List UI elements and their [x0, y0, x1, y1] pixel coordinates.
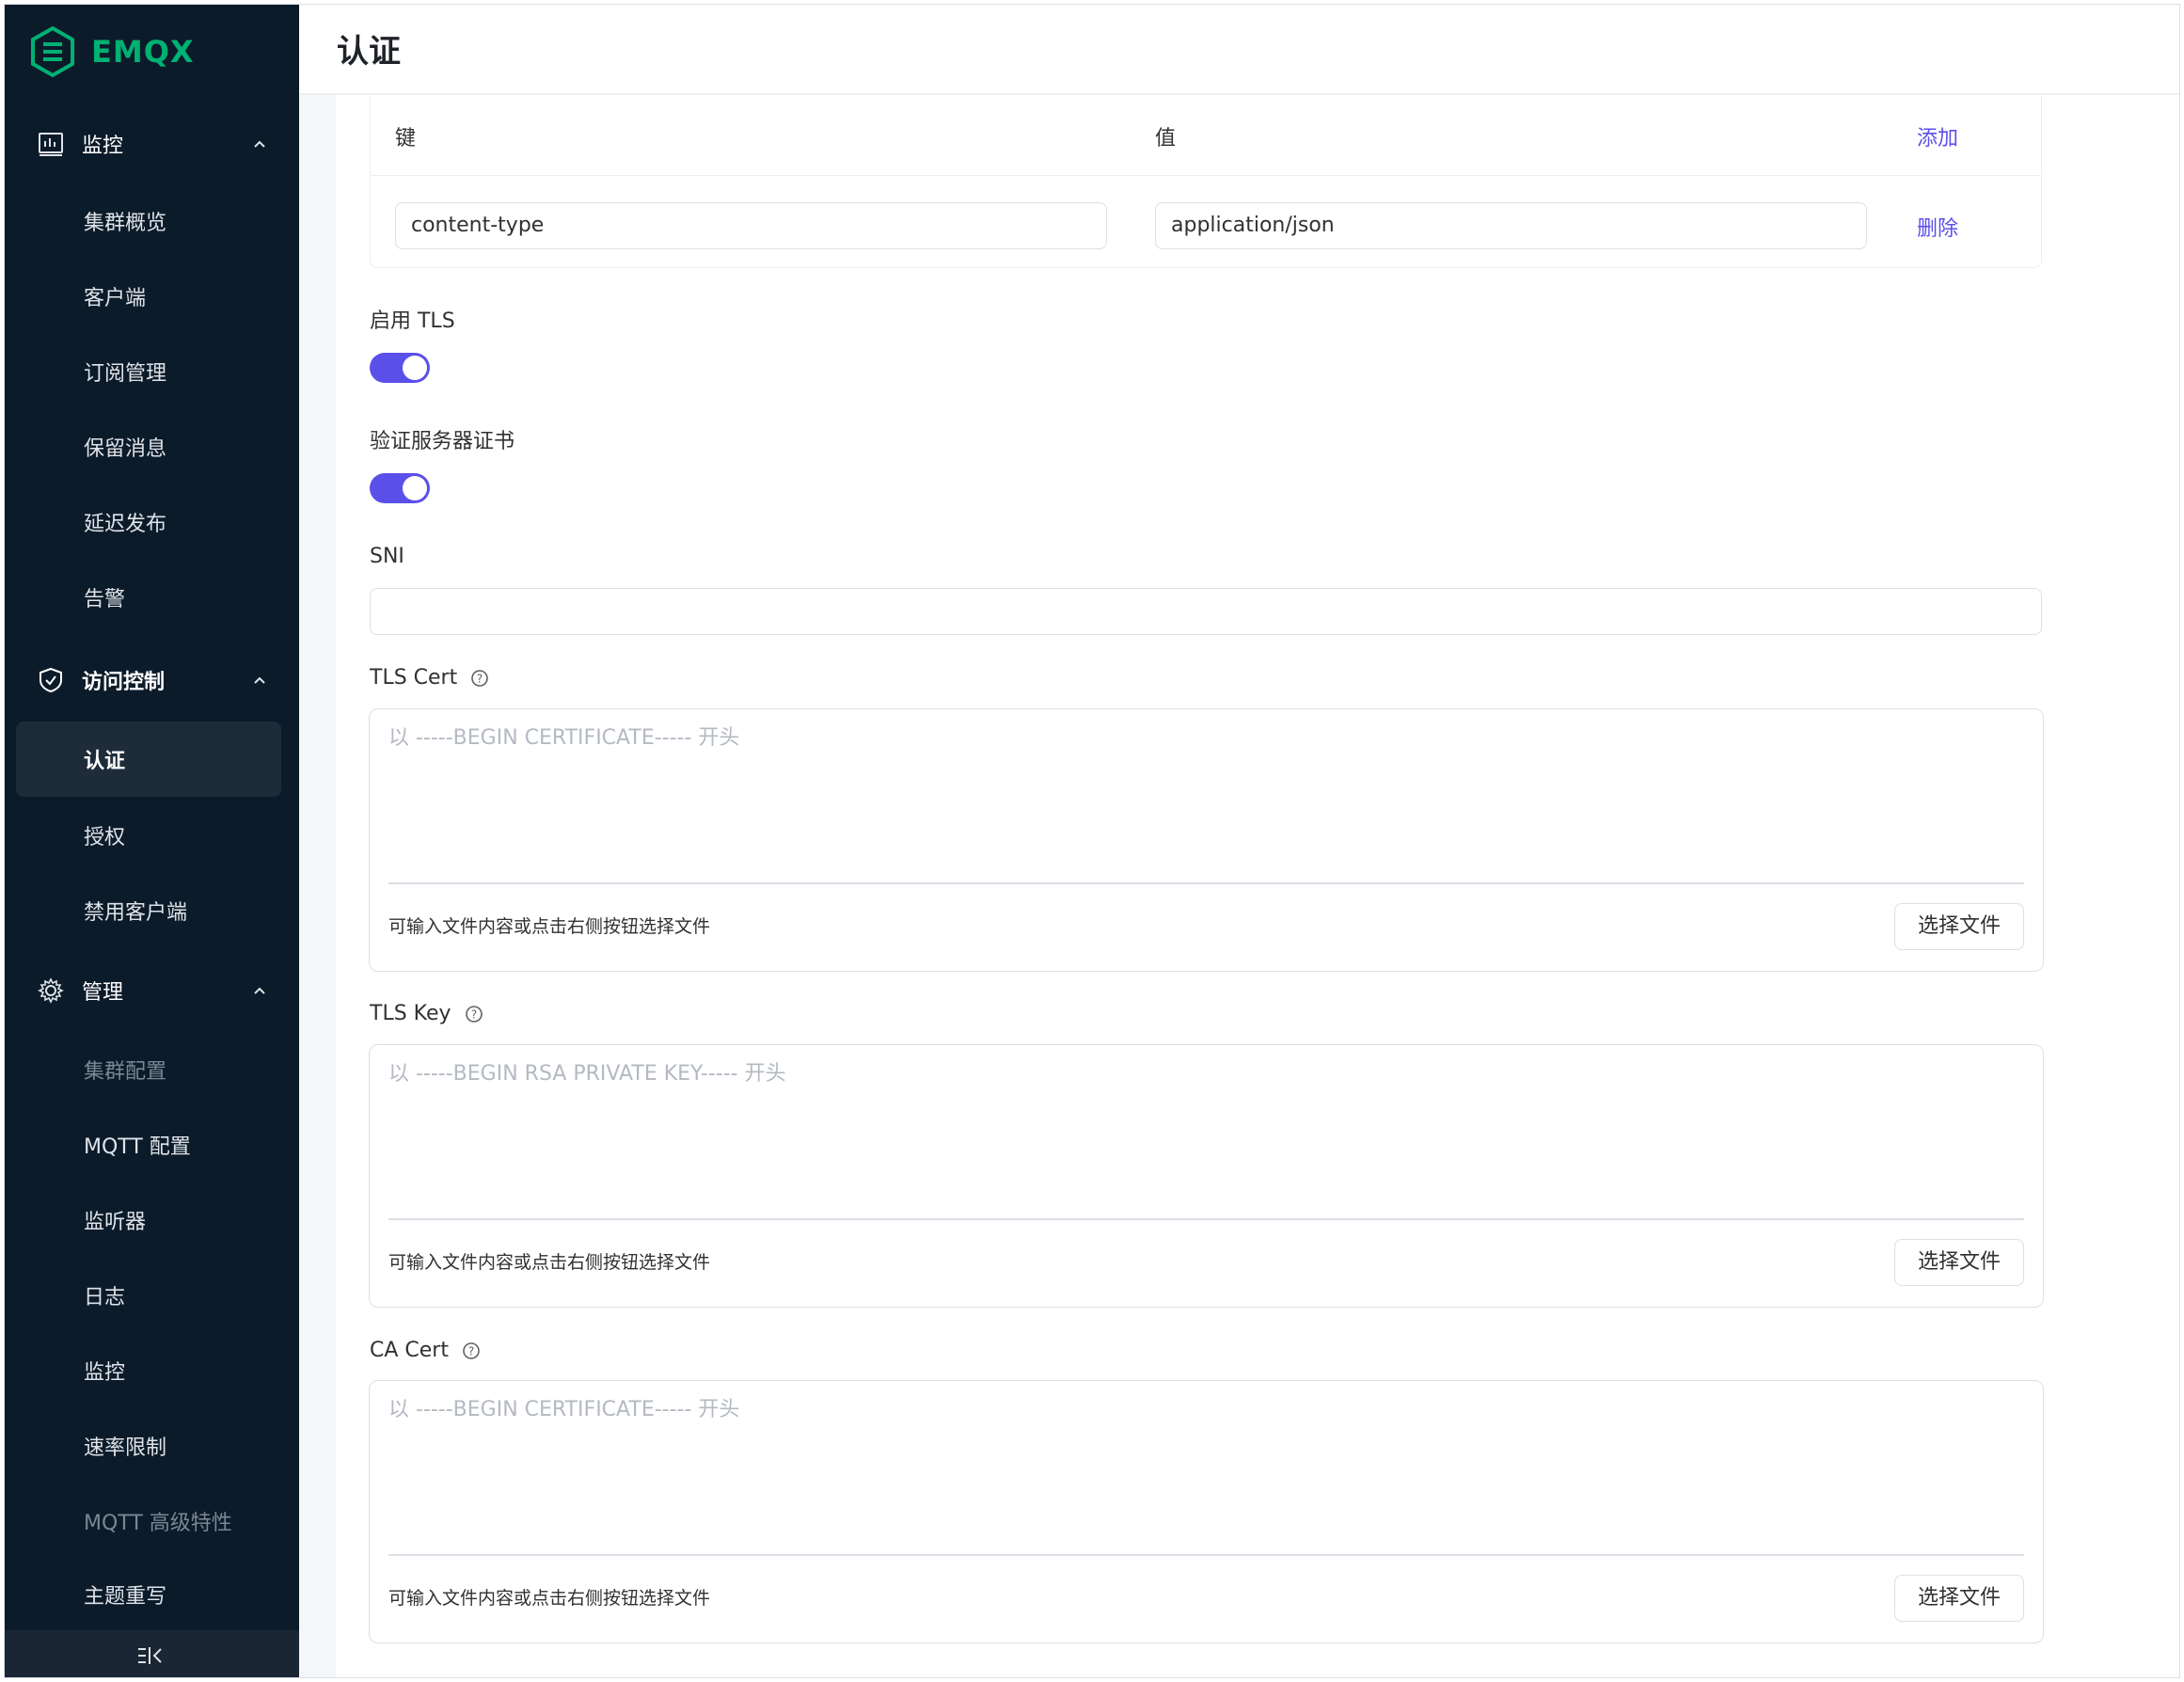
ca-cert-label: CA Cert ?	[370, 1339, 481, 1362]
input-hint: 可输入文件内容或点击右侧按钮选择文件	[388, 916, 711, 937]
sidebar-item-alarms[interactable]: 告警	[5, 569, 299, 626]
switch-knob	[403, 476, 427, 500]
sidebar-item-cluster-overview[interactable]: 集群概览	[5, 193, 299, 249]
sidebar-item-mqtt-config[interactable]: MQTT 配置	[5, 1117, 299, 1173]
sidebar-item-clients[interactable]: 客户端	[5, 268, 299, 325]
switch-knob	[403, 356, 427, 380]
placeholder-text: 以 -----BEGIN CERTIFICATE----- 开头	[388, 726, 740, 750]
sidebar-item-mqtt-advanced[interactable]: MQTT 高级特性	[5, 1493, 299, 1549]
sni-label: SNI	[370, 545, 404, 568]
page-header: 认证	[299, 5, 2179, 94]
content-gutter	[299, 95, 336, 1677]
sidebar-item-authentication[interactable]: 认证	[16, 722, 281, 797]
sidebar-group-label: 访问控制	[82, 671, 166, 694]
choose-file-button[interactable]: 选择文件	[1894, 1239, 2024, 1286]
sidebar-collapse-button[interactable]	[5, 1630, 299, 1677]
sidebar-item-listeners[interactable]: 监听器	[5, 1192, 299, 1248]
gear-icon	[38, 977, 64, 1004]
ca-cert-textarea[interactable]: 以 -----BEGIN CERTIFICATE----- 开头 可输入文件内容…	[369, 1380, 2044, 1643]
sidebar-item-topic-rewrite[interactable]: 主题重写	[5, 1566, 299, 1623]
sidebar-group-label: 管理	[82, 981, 124, 1005]
app-window: EMQX 监控 集群概览 客户端 订阅管理 保留消息 延迟发布 告警 访问控制 …	[4, 4, 2180, 1678]
enable-tls-label: 启用 TLS	[370, 309, 455, 333]
sidebar-item-retained[interactable]: 保留消息	[5, 419, 299, 475]
sidebar-item-authorization[interactable]: 授权	[5, 807, 299, 864]
shield-icon	[40, 667, 62, 693]
tls-key-label: TLS Key ?	[370, 1002, 483, 1025]
help-icon[interactable]: ?	[465, 1005, 483, 1023]
logo[interactable]: EMQX	[29, 24, 195, 80]
help-icon[interactable]: ?	[462, 1341, 481, 1360]
placeholder-text: 以 -----BEGIN RSA PRIVATE KEY----- 开头	[388, 1062, 786, 1086]
svg-text:?: ?	[470, 1008, 476, 1021]
help-icon[interactable]: ?	[470, 669, 489, 688]
sidebar-group-access-control[interactable]: 访问控制	[5, 652, 299, 708]
header-value-input[interactable]: application/json	[1155, 202, 1867, 249]
input-hint: 可输入文件内容或点击右侧按钮选择文件	[388, 1588, 711, 1609]
sidebar-item-delayed[interactable]: 延迟发布	[5, 494, 299, 550]
key-column-header: 键	[395, 127, 417, 151]
headers-table: 键 值 添加 content-type application/json 删除	[370, 95, 2042, 268]
choose-file-button[interactable]: 选择文件	[1894, 903, 2024, 950]
collapse-icon	[138, 1647, 162, 1664]
svg-text:?: ?	[468, 1344, 474, 1357]
verify-cert-switch[interactable]	[370, 473, 430, 503]
tls-cert-label: TLS Cert ?	[370, 666, 489, 690]
sidebar: EMQX 监控 集群概览 客户端 订阅管理 保留消息 延迟发布 告警 访问控制 …	[5, 5, 299, 1677]
enable-tls-switch[interactable]	[370, 353, 430, 383]
sidebar-group-monitor[interactable]: 监控	[5, 116, 299, 172]
choose-file-button[interactable]: 选择文件	[1894, 1575, 2024, 1622]
chevron-up-icon	[254, 987, 265, 994]
emqx-logo-icon	[31, 25, 74, 78]
value-column-header: 值	[1155, 127, 1177, 151]
sidebar-item-rate-limit[interactable]: 速率限制	[5, 1418, 299, 1474]
verify-cert-label: 验证服务器证书	[370, 430, 515, 453]
tls-key-textarea[interactable]: 以 -----BEGIN RSA PRIVATE KEY----- 开头 可输入…	[369, 1044, 2044, 1308]
sidebar-item-banned-clients[interactable]: 禁用客户端	[5, 882, 299, 939]
divider	[388, 1218, 2024, 1220]
sidebar-group-label: 监控	[82, 135, 124, 158]
add-header-button[interactable]: 添加	[1917, 121, 1958, 151]
sidebar-item-cluster-config[interactable]: 集群配置	[5, 1041, 299, 1098]
sidebar-item-monitoring[interactable]: 监控	[5, 1342, 299, 1399]
brand-name: EMQX	[91, 34, 195, 70]
sni-input[interactable]	[370, 588, 2042, 635]
sidebar-item-logs[interactable]: 日志	[5, 1267, 299, 1324]
sidebar-item-subscriptions[interactable]: 订阅管理	[5, 343, 299, 400]
headers-table-header: 键 值 添加	[371, 95, 2041, 176]
chevron-up-icon	[254, 140, 265, 148]
placeholder-text: 以 -----BEGIN CERTIFICATE----- 开头	[388, 1398, 740, 1421]
sidebar-group-management[interactable]: 管理	[5, 962, 299, 1019]
header-key-input[interactable]: content-type	[395, 202, 1107, 249]
main-content: 键 值 添加 content-type application/json 删除 …	[336, 95, 2179, 1677]
dashboard-chart-icon	[39, 133, 63, 156]
chevron-up-icon	[254, 676, 265, 684]
svg-text:?: ?	[477, 672, 483, 685]
input-hint: 可输入文件内容或点击右侧按钮选择文件	[388, 1252, 711, 1273]
delete-header-button[interactable]: 删除	[1917, 212, 1958, 242]
divider	[388, 1554, 2024, 1556]
page-title: 认证	[337, 33, 401, 71]
divider	[388, 882, 2024, 884]
tls-cert-textarea[interactable]: 以 -----BEGIN CERTIFICATE----- 开头 可输入文件内容…	[369, 708, 2044, 972]
